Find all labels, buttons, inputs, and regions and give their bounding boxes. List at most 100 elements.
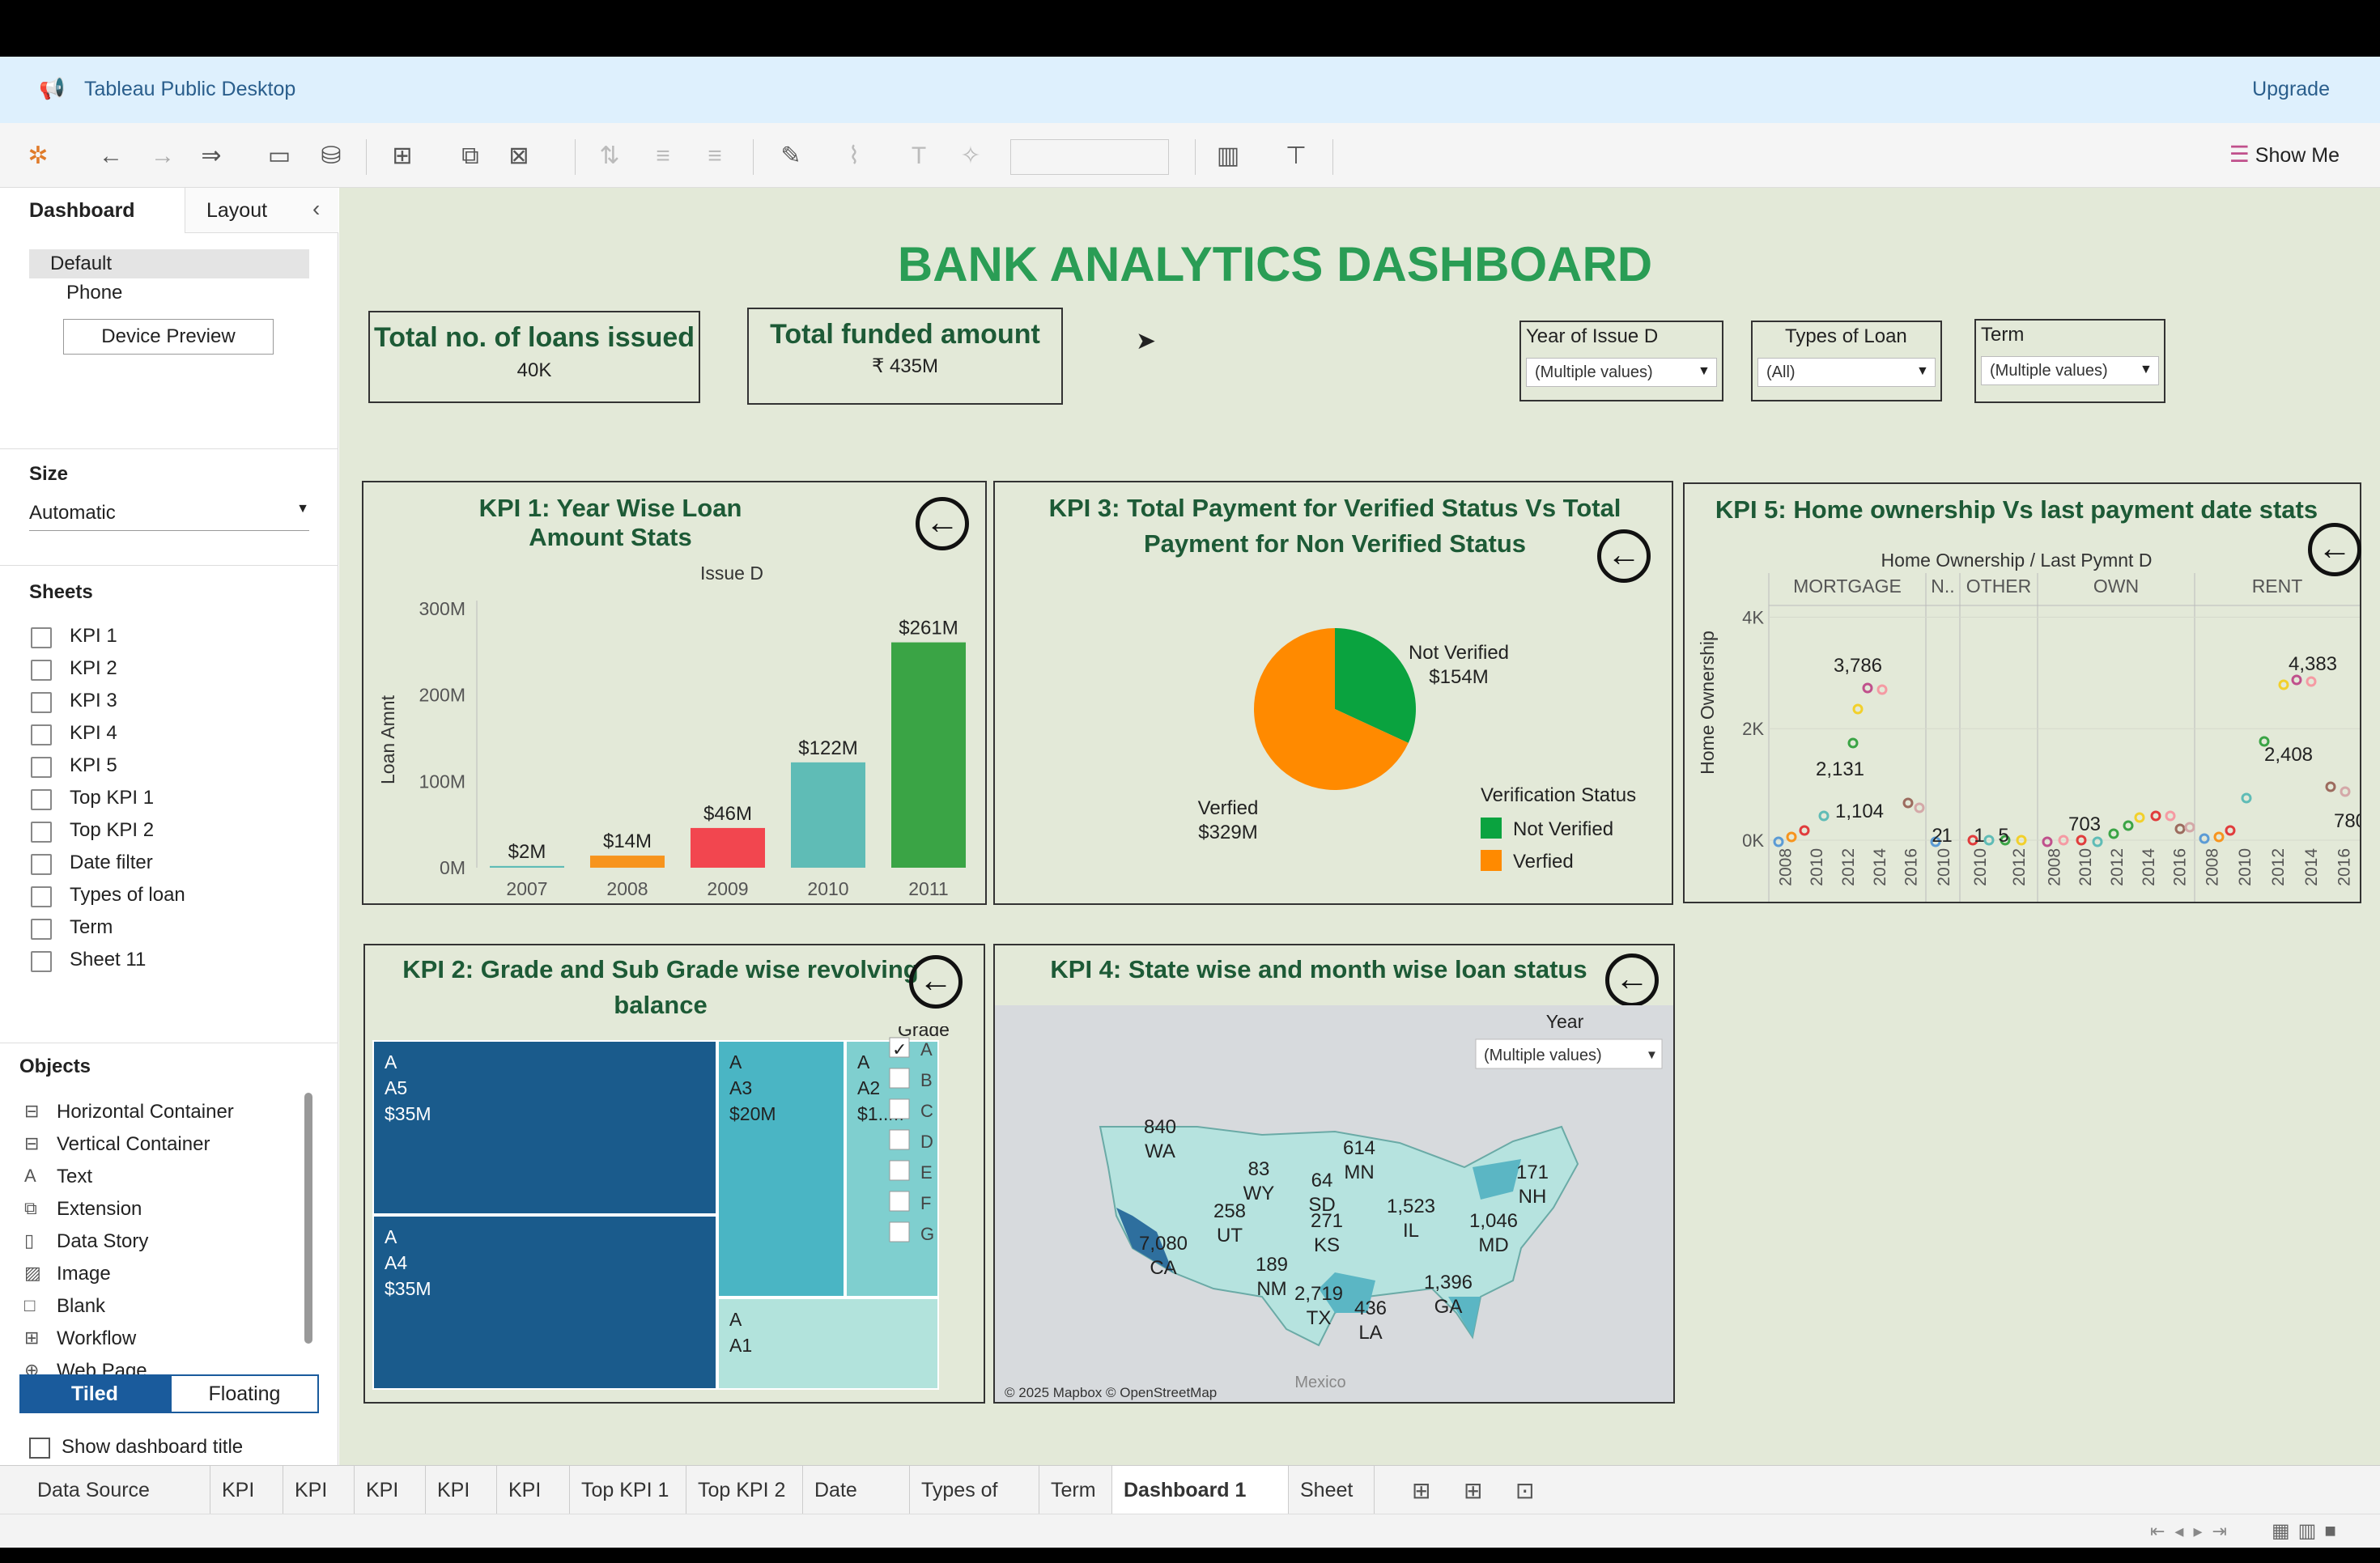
group-icon[interactable]: ⌇ [839,141,869,172]
duplicate-sheet-icon[interactable]: ⧉ [455,141,486,172]
view-mode-icon[interactable]: ▦▥■ [2272,1519,2344,1543]
group-header: MORTGAGE [1793,576,1902,597]
new-dashboard-icon[interactable]: ⊞ [1464,1477,1482,1504]
kpi4-map: Mexico © 2025 Mapbox © OpenStreetMap Year (… [995,1005,1673,1402]
new-worksheet-icon[interactable]: ⊞ [1412,1477,1430,1504]
tableau-logo-icon[interactable]: ✲ [23,141,53,172]
y-axis-label: Home Ownership [1697,631,1718,775]
sheet-tab[interactable]: Dashboard 1 [1112,1466,1289,1514]
map-state-label: IL [1403,1220,1419,1242]
sheet-item[interactable]: Term [70,916,113,939]
treemap-value: $35M [385,1278,431,1299]
back-arrow-icon[interactable]: ← [909,955,963,1009]
replay-icon[interactable]: ⇒ [196,141,227,172]
undo-icon[interactable]: ← [96,141,126,172]
sheet-item[interactable]: KPI 5 [70,754,117,777]
device-default[interactable]: Default [29,249,309,278]
slice-value-label: $329M [1198,822,1257,843]
redo-icon[interactable]: → [147,141,178,172]
sheet-tab[interactable]: Types of loan [910,1466,1039,1550]
object-item[interactable]: Image [57,1263,111,1285]
nav-arrows-icon[interactable]: ⇤◂▸⇥ [2150,1521,2237,1542]
x-tick-label: 2011 [908,878,948,899]
cards-icon[interactable]: ▥ [1213,141,1243,172]
new-sheet-icon[interactable]: ⊞ [387,141,418,172]
filter-loan-type[interactable]: Types of Loan (All) ▼ [1751,321,1942,401]
object-item[interactable]: Blank [57,1295,105,1318]
x-tick-label: 2010 [1971,848,1990,886]
new-datasource-icon[interactable]: ⛁ [316,141,346,172]
sheet-tab[interactable]: KPI 4 [426,1466,497,1550]
object-item[interactable]: Vertical Container [57,1133,210,1156]
bar [891,642,966,868]
device-preview-button[interactable]: Device Preview [63,319,274,355]
sheet-tab[interactable]: KPI 1 [210,1466,283,1550]
show-me-button[interactable]: ☰ Show Me [2229,141,2340,168]
sheet-tab[interactable]: KPI 5 [497,1466,570,1550]
scatter-point [2134,812,2145,823]
tab-dashboard[interactable]: Dashboard [0,188,185,233]
sheet-item[interactable]: KPI 3 [70,690,117,712]
object-item[interactable]: Extension [57,1198,142,1221]
slice-name-label: Verfied [1198,797,1259,819]
object-item[interactable]: Data Story [57,1230,148,1253]
sheet-item[interactable]: Types of loan [70,884,185,907]
sheet-tab[interactable]: KPI 2 [283,1466,355,1550]
new-story-icon[interactable]: ⊡ [1515,1477,1534,1504]
size-select[interactable]: Automatic ▼ [29,502,309,531]
scatter-point [2340,786,2351,797]
show-title-checkbox[interactable] [29,1438,50,1459]
sheet-item[interactable]: KPI 2 [70,657,117,680]
map-state-label: GA [1434,1296,1463,1318]
sort-asc-icon[interactable]: ≡ [648,141,678,172]
floating-button[interactable]: Floating [170,1374,319,1413]
dropdown-arrow-icon: ▼ [296,502,309,516]
back-arrow-icon[interactable]: ← [1605,954,1659,1007]
sheet-icon [31,854,52,875]
dropdown-arrow-icon: ▼ [2140,363,2153,376]
objects-scrollbar[interactable] [304,1093,312,1344]
object-icon: ▨ [24,1263,41,1283]
sheet-item[interactable]: Top KPI 2 [70,819,154,842]
save-icon[interactable]: ▭ [264,141,295,172]
presentation-icon[interactable]: ⊤ [1281,141,1311,172]
bar-value-label: $122M [798,737,857,759]
sheet-item[interactable]: Sheet 11 [70,949,146,971]
upgrade-link[interactable]: Upgrade [2252,78,2330,101]
sort-desc-icon[interactable]: ≡ [699,141,730,172]
labels-icon[interactable]: T [903,141,934,172]
fit-select[interactable] [1010,139,1169,175]
sheet-item[interactable]: Date filter [70,852,153,874]
object-item[interactable]: Text [57,1166,92,1188]
sheet-tab[interactable]: Top KPI 2 [686,1466,803,1514]
sheet-item[interactable]: Top KPI 1 [70,787,154,809]
swap-icon[interactable]: ⇅ [594,141,625,172]
kpi2-treemap: AA5$35MAA4$35MAA3$20MAA2$1..MAA1Grade✓ AB… [372,1026,950,1390]
object-item[interactable]: Horizontal Container [57,1101,234,1123]
scatter-point [1902,797,1914,809]
filter-year[interactable]: Year of Issue D (Multiple values) ▼ [1519,321,1723,401]
clear-sheet-icon[interactable]: ⊠ [504,141,534,172]
tiled-button[interactable]: Tiled [19,1374,170,1413]
filter-loan-type-select[interactable]: (All) [1757,358,1936,387]
sheet-tab[interactable]: Top KPI 1 [570,1466,686,1514]
filter-term[interactable]: Term (Multiple values) ▼ [1974,319,2165,403]
filter-term-select[interactable]: (Multiple values) [1981,356,2159,385]
sheet-tab[interactable]: Sheet 11 [1289,1466,1375,1550]
device-phone[interactable]: Phone [66,282,122,304]
sheet-tab[interactable]: Date filter [803,1466,910,1550]
sheet-item[interactable]: KPI 1 [70,625,117,648]
sheet-tab[interactable]: KPI 3 [355,1466,426,1550]
sheet-tab[interactable]: Data Source [0,1466,210,1514]
sheet-icon [31,919,52,940]
sheet-tab[interactable]: Term [1039,1466,1112,1514]
object-icon: A [24,1166,36,1186]
sheet-item[interactable]: KPI 4 [70,722,117,745]
highlight-icon[interactable]: ✎ [776,141,806,172]
object-item[interactable]: Workflow [57,1327,136,1350]
pin-icon[interactable]: ✧ [955,141,986,172]
collapse-icon[interactable]: ‹ [312,196,320,222]
legend-checkbox [889,1191,910,1212]
filter-year-select[interactable]: (Multiple values) [1526,358,1717,387]
scatter-point [1818,810,1830,822]
